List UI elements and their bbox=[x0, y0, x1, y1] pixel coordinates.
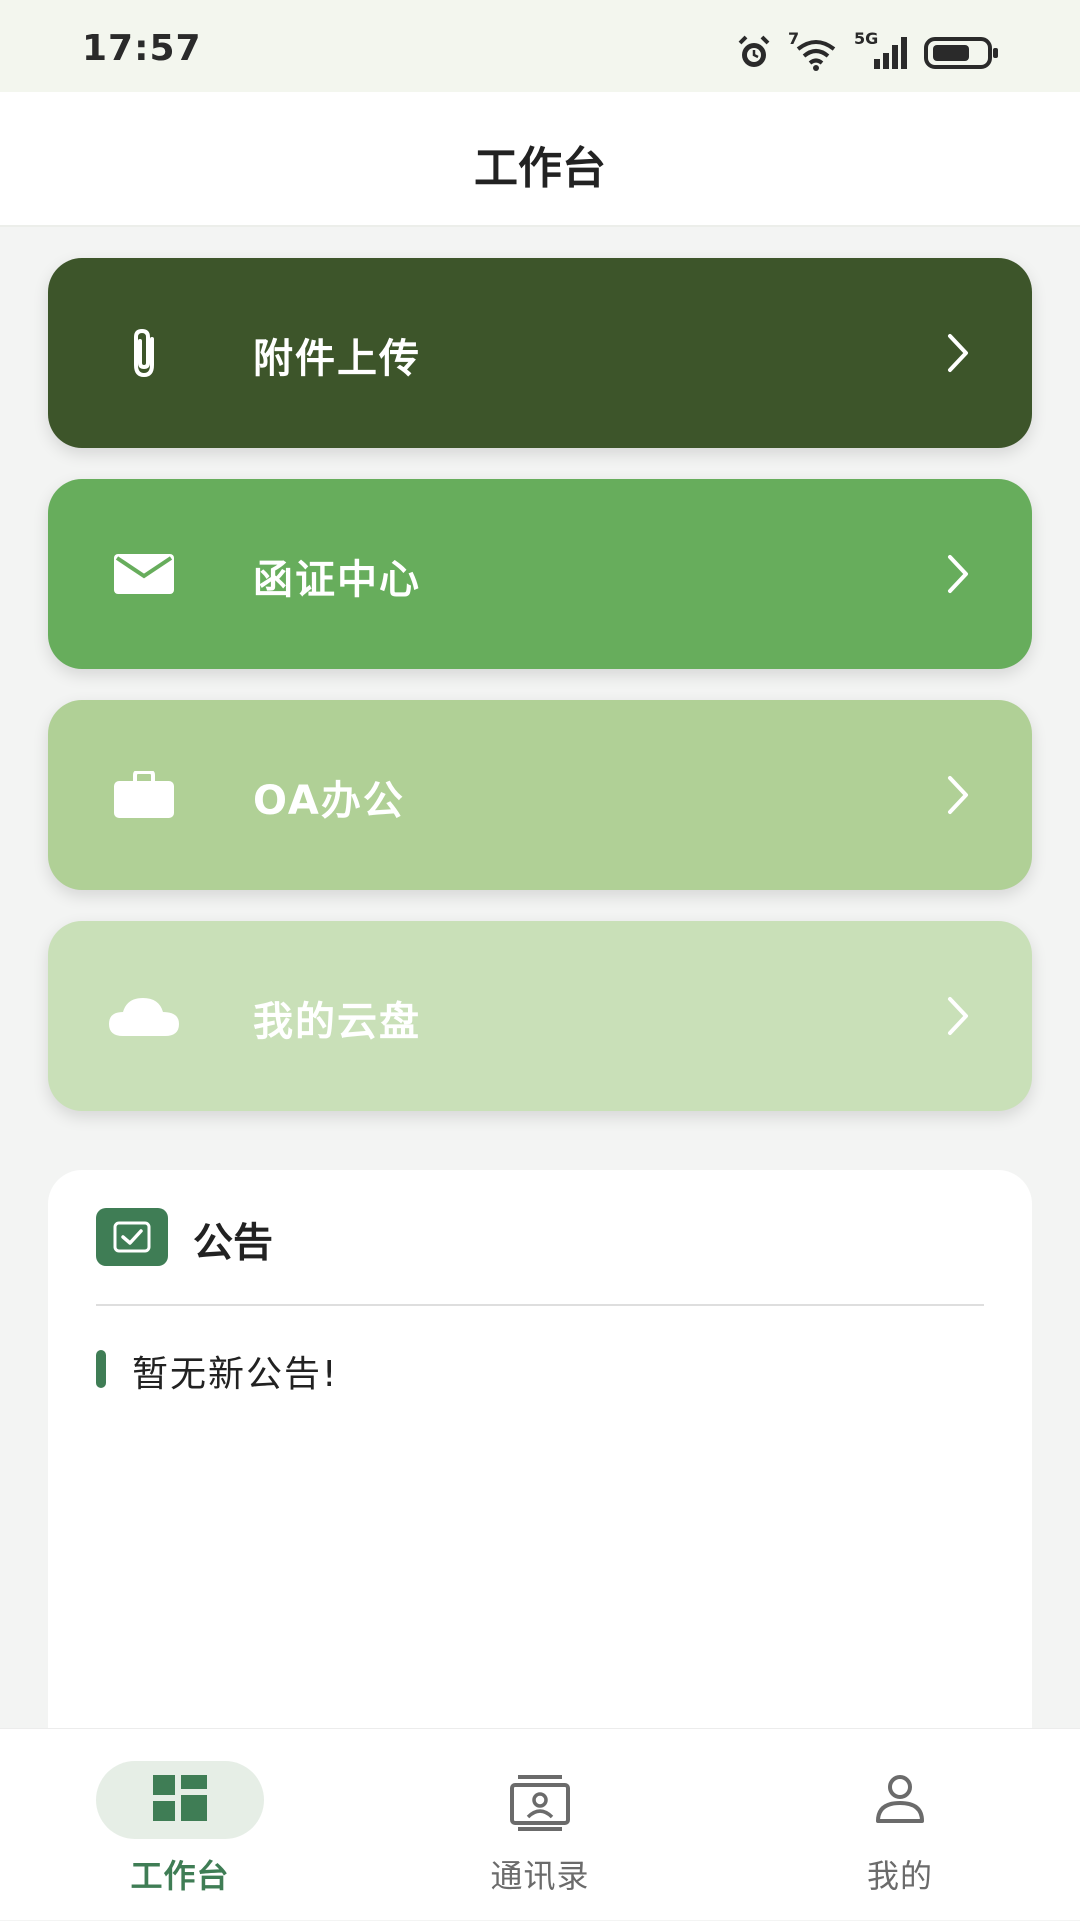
dashboard-icon bbox=[151, 1773, 209, 1827]
notice-card: 公告 暂无新公告! bbox=[48, 1170, 1032, 1730]
menu-card-oa-office[interactable]: OA办公 bbox=[48, 700, 1032, 890]
menu-card-confirmation-center[interactable]: 函证中心 bbox=[48, 479, 1032, 669]
network-label: 5G bbox=[854, 29, 879, 48]
chevron-right-icon bbox=[944, 772, 972, 822]
notice-title: 公告 bbox=[193, 1220, 273, 1266]
bottom-nav: 工作台 通讯录 我的 bbox=[0, 1728, 1080, 1920]
nav-item-contacts[interactable]: 通讯录 bbox=[360, 1729, 720, 1921]
notice-empty-text: 暂无新公告! bbox=[132, 1354, 339, 1395]
menu-card-cloud-drive[interactable]: 我的云盘 bbox=[48, 921, 1032, 1111]
status-icons: 7 5G bbox=[734, 28, 1000, 78]
notice-divider bbox=[96, 1304, 984, 1306]
wifi-superscript: 7 bbox=[788, 29, 800, 48]
wifi-icon: 7 bbox=[788, 29, 840, 73]
person-icon bbox=[872, 1773, 928, 1829]
chevron-right-icon bbox=[944, 551, 972, 601]
menu-card-attachment-upload[interactable]: 附件上传 bbox=[48, 258, 1032, 448]
menu-card-label: OA办公 bbox=[253, 778, 405, 824]
signal-icon: 5G bbox=[854, 29, 910, 73]
nav-label: 工作台 bbox=[130, 1857, 230, 1895]
nav-item-workbench[interactable]: 工作台 bbox=[0, 1729, 360, 1921]
menu-card-label: 附件上传 bbox=[253, 336, 421, 382]
nav-label: 通讯录 bbox=[490, 1857, 590, 1895]
menu-card-label: 我的云盘 bbox=[253, 999, 421, 1045]
checkbox-icon bbox=[96, 1208, 168, 1266]
chevron-right-icon bbox=[944, 330, 972, 380]
alarm-icon bbox=[734, 33, 774, 73]
contacts-icon bbox=[508, 1773, 572, 1837]
status-bar: 17:57 7 5G bbox=[0, 0, 1080, 92]
page-title: 工作台 bbox=[474, 143, 606, 194]
menu-card-label: 函证中心 bbox=[253, 557, 421, 603]
mail-icon bbox=[113, 552, 175, 596]
chevron-right-icon bbox=[944, 993, 972, 1043]
cloud-icon bbox=[107, 994, 181, 1038]
notice-accent-bar bbox=[96, 1350, 106, 1388]
battery-icon bbox=[924, 35, 1000, 71]
nav-label: 我的 bbox=[866, 1857, 933, 1895]
briefcase-icon bbox=[113, 771, 175, 819]
status-time: 17:57 bbox=[82, 28, 202, 69]
paperclip-icon bbox=[124, 325, 164, 381]
nav-item-mine[interactable]: 我的 bbox=[720, 1729, 1080, 1921]
app-header: 工作台 bbox=[0, 92, 1080, 227]
